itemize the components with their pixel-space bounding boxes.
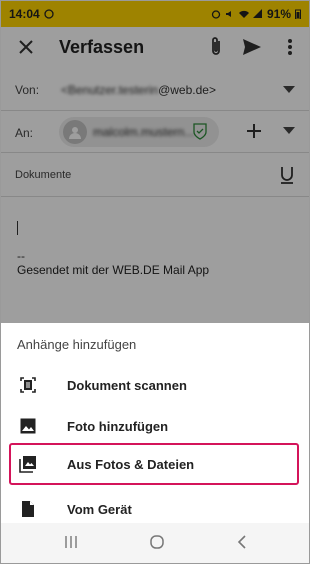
option-label: Foto hinzufügen [67, 418, 169, 434]
file-icon [22, 501, 34, 517]
option-label: Dokument scannen [67, 377, 187, 393]
add-photo-option[interactable]: Foto hinzufügen [1, 406, 309, 446]
screen: 14:04 91% Verfassen Von: <Benutzer.teste… [0, 0, 310, 564]
from-photos-and-files-option[interactable]: Aus Fotos & Dateien [1, 444, 309, 484]
scan-document-icon [20, 377, 36, 393]
recent-apps-icon[interactable] [63, 535, 79, 549]
modal-scrim[interactable] [1, 1, 309, 323]
attachments-sheet: Anhänge hinzufügen Dokument scannen Foto… [1, 323, 309, 523]
back-icon[interactable] [237, 535, 247, 549]
option-label: Vom Gerät [67, 501, 132, 517]
scan-document-option[interactable]: Dokument scannen [1, 365, 309, 405]
option-label: Aus Fotos & Dateien [67, 456, 195, 472]
system-navigation-bar [1, 523, 309, 563]
image-icon [20, 418, 36, 434]
sheet-title: Anhänge hinzufügen [17, 337, 137, 352]
photo-library-icon [19, 456, 36, 473]
home-icon[interactable] [149, 534, 165, 550]
